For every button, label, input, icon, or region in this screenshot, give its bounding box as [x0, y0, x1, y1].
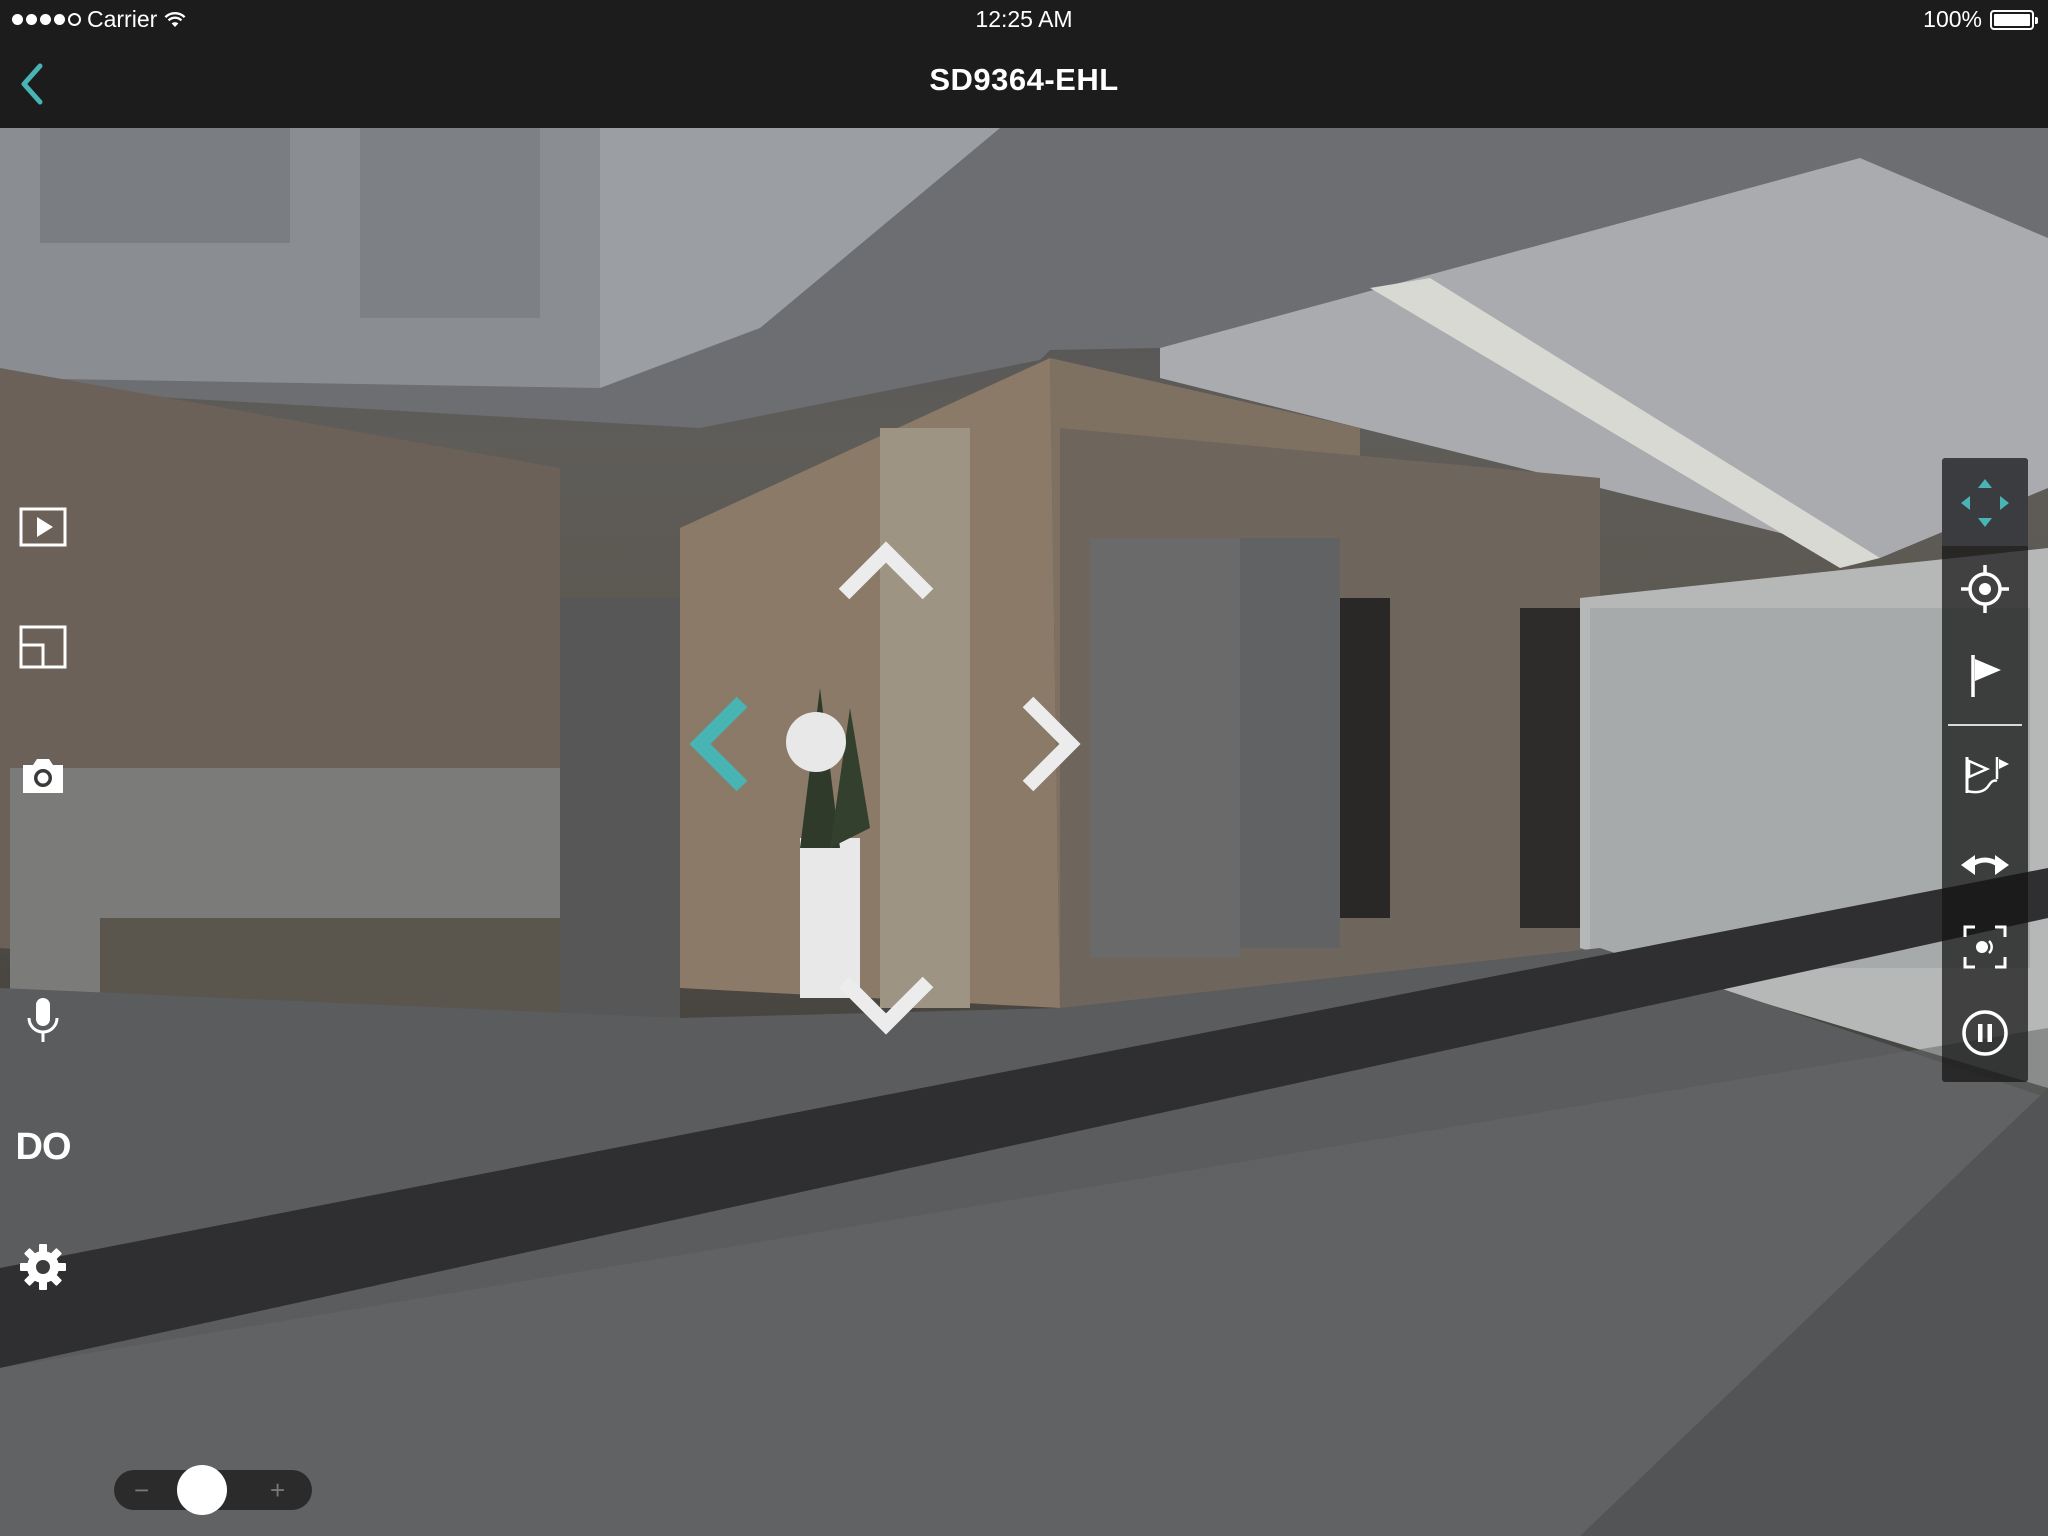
status-time: 12:25 AM [975, 6, 1073, 32]
talk-button[interactable] [14, 992, 72, 1050]
playback-button[interactable] [14, 498, 72, 556]
home-position-button[interactable] [1942, 546, 2028, 632]
zoom-out-button[interactable]: − [134, 1475, 149, 1505]
zoom-slider[interactable]: − + [114, 1465, 312, 1515]
ptz-center-button[interactable] [786, 712, 846, 772]
status-bar: Carrier 12:25 AM 100% [0, 0, 2048, 40]
pan-tilt-button[interactable] [1942, 460, 2028, 546]
ptz-down-button[interactable] [836, 974, 936, 1043]
ptz-left-button[interactable] [686, 694, 750, 799]
ptz-right-button[interactable] [1020, 694, 1084, 799]
microphone-icon [27, 998, 59, 1042]
crosshair-icon [1961, 565, 2009, 613]
pause-icon [1962, 1010, 2008, 1056]
pause-button[interactable] [1942, 990, 2028, 1076]
left-toolbar: DO [0, 128, 90, 1536]
digital-output-label: DO [15, 1125, 72, 1168]
playback-icon [19, 507, 67, 547]
layout-button[interactable] [14, 618, 72, 676]
nav-bar: SD9364-EHL [0, 40, 2048, 128]
settings-button[interactable] [14, 1238, 72, 1296]
battery-percent: 100% [1923, 6, 1982, 32]
zoom-in-button[interactable]: + [270, 1475, 285, 1505]
pan-tilt-icon [1961, 479, 2009, 527]
chevron-right-icon [1022, 696, 1081, 792]
chevron-up-icon [838, 541, 934, 600]
status-right: 100% [1923, 6, 2038, 33]
panel-divider [1948, 724, 2022, 726]
patrol-icon [1965, 757, 2009, 794]
preset-flag-icon [1971, 655, 2001, 697]
page-title: SD9364-EHL [929, 62, 1119, 97]
digital-output-button[interactable]: DO [14, 1118, 72, 1176]
ptz-control-panel [1942, 458, 2028, 1082]
snapshot-button[interactable] [14, 746, 72, 804]
auto-pan-icon [1961, 855, 2009, 875]
chevron-down-icon [838, 976, 934, 1035]
patrol-button[interactable] [1942, 732, 2028, 818]
gear-icon [20, 1244, 66, 1290]
camera-icon [23, 759, 63, 793]
ptz-up-button[interactable] [836, 538, 936, 607]
battery-icon [1990, 9, 2038, 30]
layout-icon [19, 625, 67, 669]
zoom-slider-handle[interactable] [177, 1465, 228, 1515]
chevron-left-icon [689, 696, 748, 792]
auto-pan-button[interactable] [1942, 818, 2028, 904]
preset-button[interactable] [1942, 632, 2028, 718]
camera-feed-image [0, 128, 2048, 1536]
focus-button[interactable] [1942, 904, 2028, 990]
focus-icon [1963, 925, 2007, 969]
live-video-view[interactable]: DO − + [0, 128, 2048, 1536]
